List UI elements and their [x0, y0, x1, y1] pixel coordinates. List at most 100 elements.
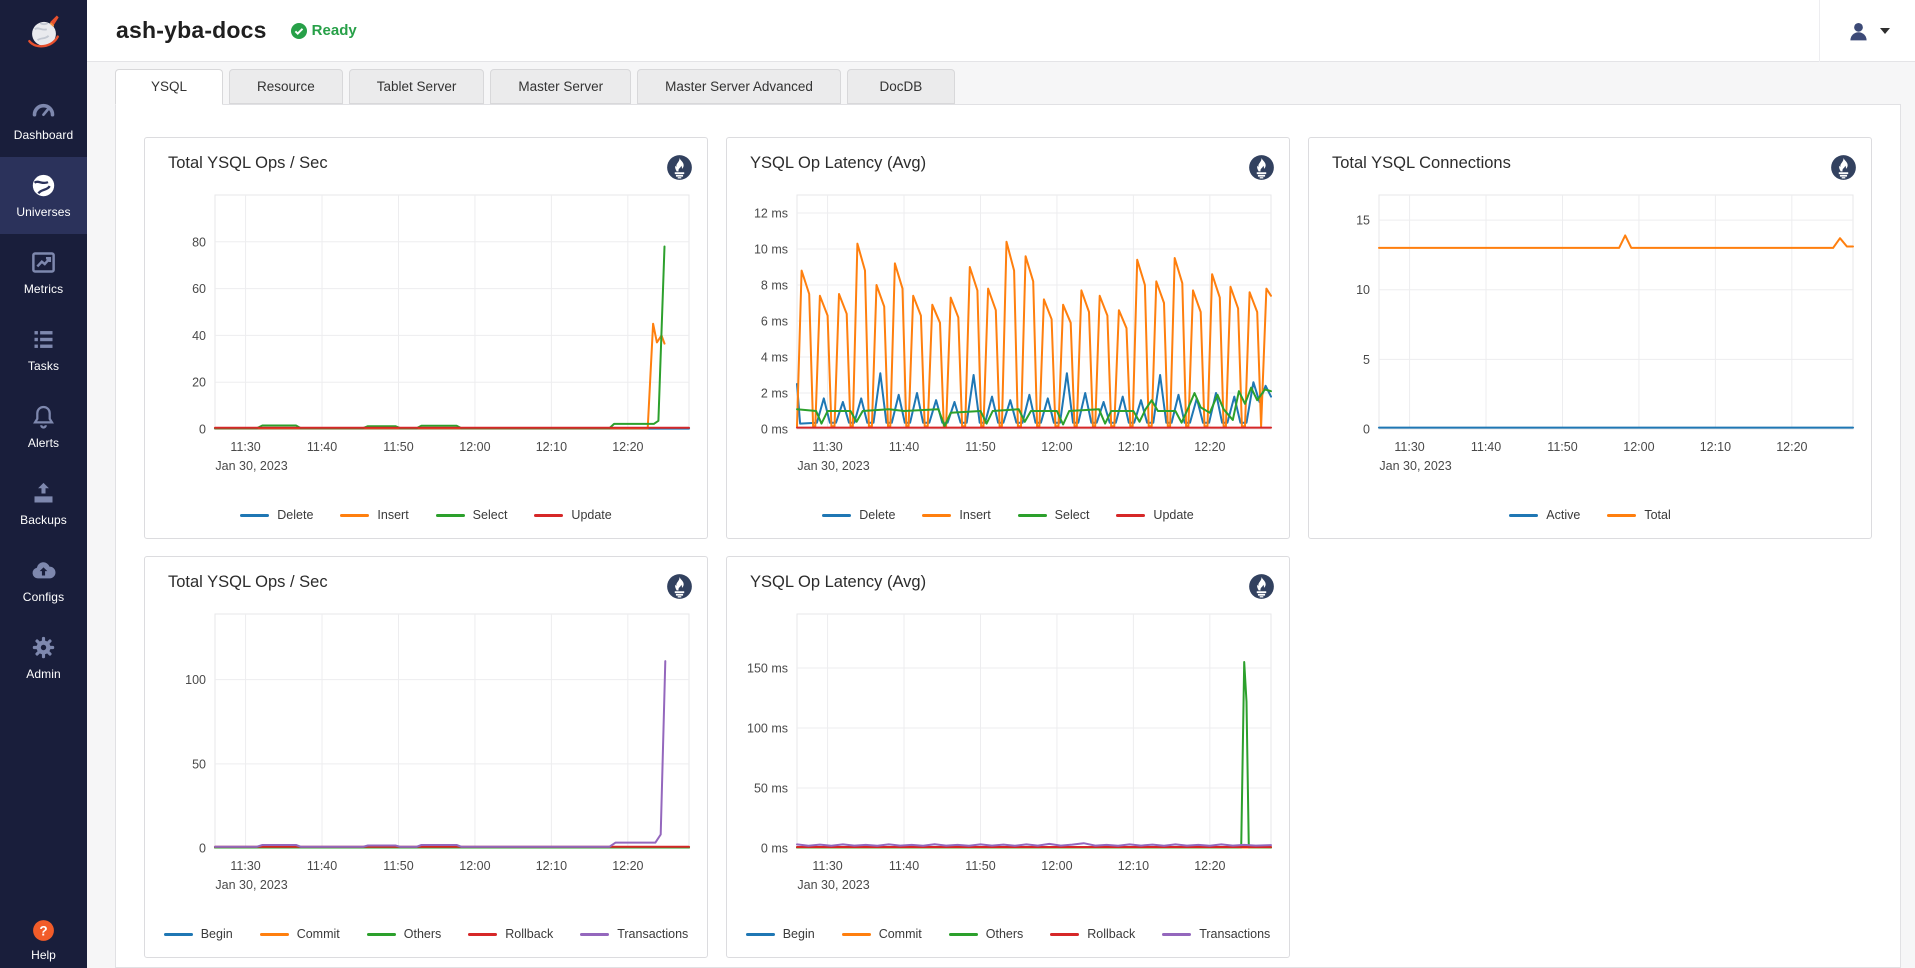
legend-item: Update	[534, 508, 611, 522]
svg-text:11:40: 11:40	[307, 440, 337, 454]
sidebar-item-dashboard[interactable]: Dashboard	[0, 80, 87, 157]
legend-item: Begin	[746, 927, 815, 941]
svg-text:150 ms: 150 ms	[747, 662, 788, 676]
backups-icon	[30, 480, 57, 507]
svg-text:12:10: 12:10	[536, 440, 567, 454]
chart-plot-area[interactable]: 11:3011:4011:5012:0012:1012:200 ms2 ms4 …	[727, 181, 1289, 512]
svg-text:50: 50	[192, 757, 206, 771]
svg-text:Jan 30, 2023: Jan 30, 2023	[1379, 459, 1451, 473]
tab-tablet-server[interactable]: Tablet Server	[349, 69, 485, 104]
chart-canvas: 11:3011:4011:5012:0012:1012:200 ms50 ms1…	[739, 602, 1279, 914]
tab-resource[interactable]: Resource	[229, 69, 343, 104]
metrics-icon	[30, 249, 57, 276]
prometheus-icon[interactable]	[666, 573, 693, 600]
legend-swatch	[1607, 514, 1636, 517]
chart-legend: BeginCommitOthersRollbackTransactions	[145, 927, 707, 957]
sidebar-item-label: Alerts	[28, 436, 59, 450]
legend-label: Active	[1546, 508, 1580, 522]
chart-grid: Total YSQL Ops / Sec 11:3011:4011:5012:0…	[144, 137, 1872, 958]
chart-plot-area[interactable]: 11:3011:4011:5012:0012:1012:20020406080J…	[145, 181, 707, 512]
svg-text:5: 5	[1363, 353, 1370, 367]
legend-swatch	[468, 933, 497, 936]
legend-swatch	[240, 514, 269, 517]
svg-text:11:40: 11:40	[889, 440, 919, 454]
svg-text:12:10: 12:10	[1118, 440, 1149, 454]
chart-legend: ActiveTotal	[1309, 508, 1871, 538]
svg-text:11:50: 11:50	[965, 859, 995, 873]
svg-text:12 ms: 12 ms	[754, 207, 788, 221]
svg-text:12:20: 12:20	[1194, 440, 1225, 454]
legend-swatch	[1509, 514, 1538, 517]
legend-label: Commit	[879, 927, 922, 941]
legend-label: Rollback	[1087, 927, 1135, 941]
legend-swatch	[367, 933, 396, 936]
svg-text:11:50: 11:50	[965, 440, 995, 454]
sidebar-item-backups[interactable]: Backups	[0, 465, 87, 542]
prometheus-icon[interactable]	[1248, 573, 1275, 600]
legend-label: Transactions	[1199, 927, 1270, 941]
metrics-card: Total YSQL Ops / Sec 11:3011:4011:5012:0…	[115, 104, 1901, 968]
prometheus-icon[interactable]	[1248, 154, 1275, 181]
legend-item: Delete	[822, 508, 895, 522]
content: YSQL Resource Tablet Server Master Serve…	[87, 62, 1915, 968]
chart-legend: Delete Insert Select Update	[727, 508, 1289, 538]
legend-item: Others	[367, 927, 442, 941]
sidebar-item-tasks[interactable]: Tasks	[0, 311, 87, 388]
legend-label: Insert	[377, 508, 408, 522]
page-title: ash-yba-docs	[116, 17, 267, 44]
help-icon: ?	[31, 918, 56, 943]
sidebar-item-universes[interactable]: Universes	[0, 157, 87, 234]
legend-label: Delete	[859, 508, 895, 522]
svg-text:11:50: 11:50	[1547, 440, 1577, 454]
chart-panel-total-ysql-ops: Total YSQL Ops / Sec 11:3011:4011:5012:0…	[144, 137, 708, 539]
svg-text:Jan 30, 2023: Jan 30, 2023	[797, 459, 869, 473]
svg-text:12:20: 12:20	[1194, 859, 1225, 873]
sidebar-item-help[interactable]: ? Help	[0, 918, 87, 962]
header: ash-yba-docs Ready	[87, 0, 1915, 62]
legend-label: Update	[1153, 508, 1193, 522]
tab-docdb[interactable]: DocDB	[847, 69, 955, 104]
svg-text:11:40: 11:40	[1471, 440, 1501, 454]
tab-master-server[interactable]: Master Server	[490, 69, 631, 104]
svg-text:12:00: 12:00	[459, 859, 490, 873]
svg-text:8 ms: 8 ms	[761, 279, 788, 293]
chart-title: YSQL Op Latency (Avg)	[750, 573, 926, 592]
legend-item: Insert	[922, 508, 990, 522]
legend-label: Select	[1055, 508, 1090, 522]
admin-gear-icon	[30, 634, 57, 661]
sidebar-item-label: Help	[31, 948, 56, 962]
sidebar-item-metrics[interactable]: Metrics	[0, 234, 87, 311]
svg-text:12:20: 12:20	[612, 859, 643, 873]
chart-plot-area[interactable]: 11:3011:4011:5012:0012:1012:20051015Jan …	[1309, 181, 1871, 512]
chart-panel-total-ysql-transactions: Total YSQL Ops / Sec 11:3011:4011:5012:0…	[144, 556, 708, 958]
yugabyte-logo[interactable]	[0, 0, 87, 64]
caret-down-icon	[1880, 28, 1890, 34]
legend-swatch	[1050, 933, 1079, 936]
legend-label: Others	[404, 927, 442, 941]
sidebar-item-configs[interactable]: Configs	[0, 542, 87, 619]
tab-master-server-advanced[interactable]: Master Server Advanced	[637, 69, 841, 104]
sidebar-item-alerts[interactable]: Alerts	[0, 388, 87, 465]
sidebar-item-admin[interactable]: Admin	[0, 619, 87, 696]
legend-swatch	[1116, 514, 1145, 517]
svg-text:Jan 30, 2023: Jan 30, 2023	[215, 878, 287, 892]
svg-text:60: 60	[192, 282, 206, 296]
check-circle-icon	[291, 23, 307, 39]
user-menu[interactable]	[1819, 0, 1915, 62]
sidebar: Dashboard Universes Metrics Tasks	[0, 0, 87, 968]
legend-item: Insert	[340, 508, 408, 522]
legend-swatch	[949, 933, 978, 936]
legend-swatch	[260, 933, 289, 936]
tab-ysql[interactable]: YSQL	[115, 69, 223, 105]
chart-canvas: 11:3011:4011:5012:0012:1012:20051015Jan …	[1321, 183, 1861, 495]
svg-text:?: ?	[39, 923, 47, 938]
chart-plot-area[interactable]: 11:3011:4011:5012:0012:1012:20050100Jan …	[145, 600, 707, 931]
legend-label: Delete	[277, 508, 313, 522]
svg-text:12:10: 12:10	[1118, 859, 1149, 873]
legend-swatch	[340, 514, 369, 517]
user-icon	[1846, 19, 1871, 44]
prometheus-icon[interactable]	[666, 154, 693, 181]
chart-plot-area[interactable]: 11:3011:4011:5012:0012:1012:200 ms50 ms1…	[727, 600, 1289, 931]
sidebar-nav: Dashboard Universes Metrics Tasks	[0, 80, 87, 696]
prometheus-icon[interactable]	[1830, 154, 1857, 181]
